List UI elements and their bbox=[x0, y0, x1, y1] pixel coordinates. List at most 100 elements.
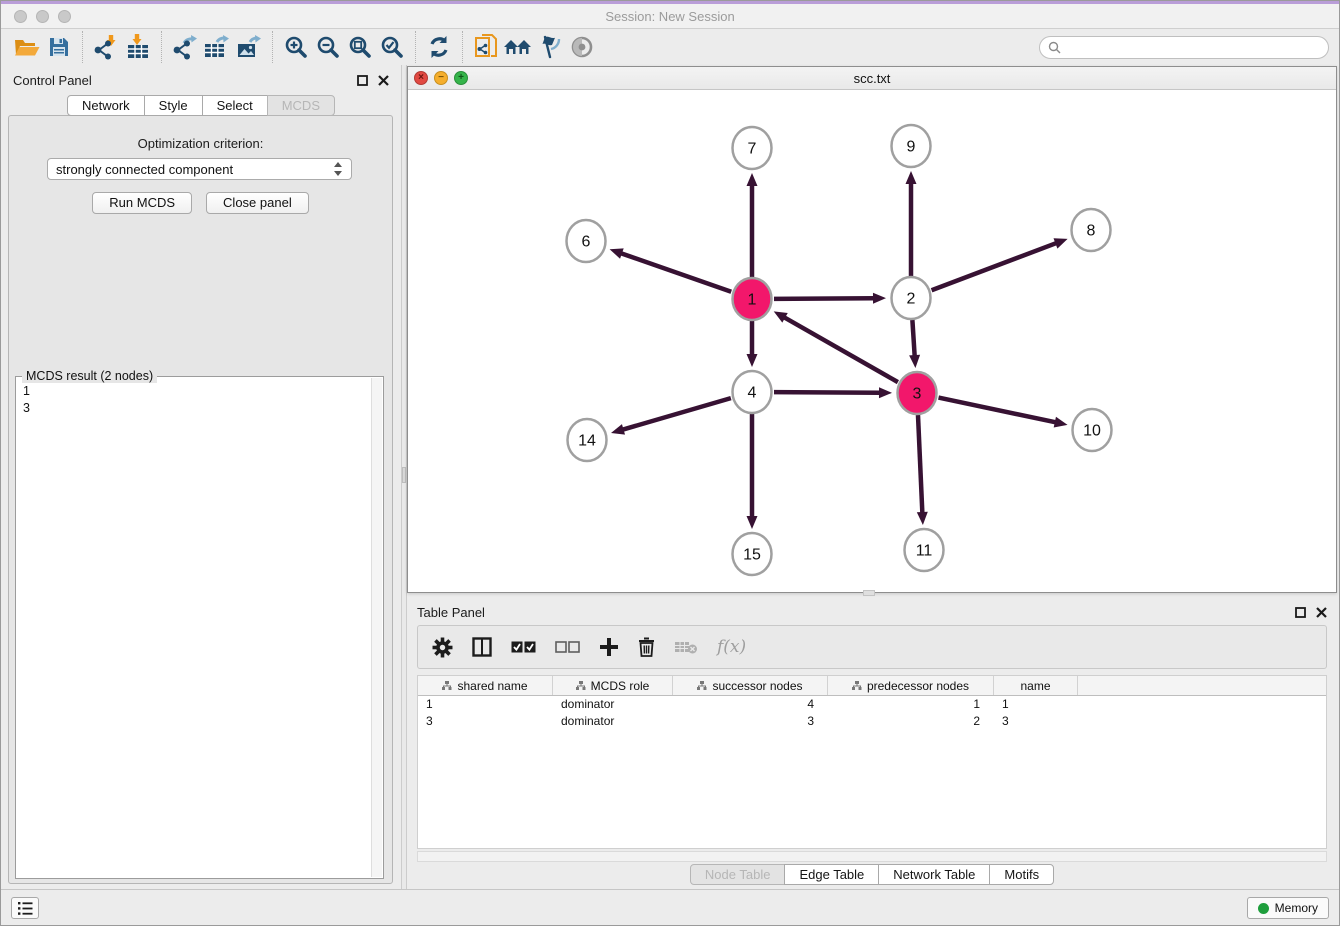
column-header-successor-nodes[interactable]: successor nodes bbox=[673, 676, 828, 695]
graph-edge-1-6[interactable] bbox=[621, 253, 731, 292]
graph-node-2[interactable]: 2 bbox=[892, 277, 931, 319]
graph-edge-3-11[interactable] bbox=[918, 415, 922, 513]
column-header-predecessor-nodes[interactable]: predecessor nodes bbox=[828, 676, 994, 695]
graph-edge-1-2[interactable] bbox=[774, 298, 874, 299]
graph-node-9[interactable]: 9 bbox=[892, 125, 931, 167]
columns-icon[interactable] bbox=[472, 637, 492, 657]
graph-node-15[interactable]: 15 bbox=[733, 533, 772, 575]
splitter-grip[interactable] bbox=[402, 467, 406, 483]
gear-icon[interactable] bbox=[432, 637, 453, 658]
cell-mcds-role[interactable]: dominator bbox=[553, 713, 673, 730]
graph-node-14[interactable]: 14 bbox=[568, 419, 607, 461]
result-scrollbar[interactable] bbox=[371, 378, 382, 877]
float-panel-icon[interactable] bbox=[357, 75, 368, 86]
zoom-fit-button[interactable] bbox=[344, 31, 376, 63]
export-image-button[interactable] bbox=[233, 31, 265, 63]
memory-button[interactable]: Memory bbox=[1247, 897, 1329, 919]
cell-shared-name[interactable]: 3 bbox=[418, 713, 553, 730]
graph-edge-2-3[interactable] bbox=[912, 320, 914, 356]
export-network-icon bbox=[172, 34, 198, 60]
tab-motifs[interactable]: Motifs bbox=[989, 864, 1054, 885]
tab-network-table[interactable]: Network Table bbox=[878, 864, 990, 885]
column-header-name[interactable]: name bbox=[994, 676, 1078, 695]
network-close-button[interactable]: × bbox=[414, 71, 428, 85]
cell-name[interactable]: 3 bbox=[994, 713, 1078, 730]
save-session-button[interactable] bbox=[43, 31, 75, 63]
tab-style[interactable]: Style bbox=[144, 95, 203, 116]
float-panel-icon[interactable] bbox=[1295, 607, 1306, 618]
tab-network[interactable]: Network bbox=[67, 95, 145, 116]
search-input[interactable] bbox=[1066, 40, 1320, 54]
close-panel-icon[interactable] bbox=[378, 75, 389, 86]
column-header-shared-name[interactable]: shared name bbox=[418, 676, 553, 695]
tab-mcds[interactable]: MCDS bbox=[267, 95, 335, 116]
cell-predecessor-nodes[interactable]: 2 bbox=[828, 713, 994, 730]
duplicate-network-button[interactable] bbox=[470, 31, 502, 63]
eye-button[interactable] bbox=[566, 31, 598, 63]
network-window-titlebar[interactable]: × − + scc.txt bbox=[408, 67, 1336, 90]
graph-edge-2-8[interactable] bbox=[932, 243, 1057, 290]
cell-successor-nodes[interactable]: 4 bbox=[673, 696, 828, 713]
zoom-out-button[interactable] bbox=[312, 31, 344, 63]
table-horizontal-scrollbar[interactable] bbox=[417, 851, 1327, 862]
cell-shared-name[interactable]: 1 bbox=[418, 696, 553, 713]
run-mcds-button[interactable]: Run MCDS bbox=[92, 192, 192, 214]
graph-node-8[interactable]: 8 bbox=[1072, 209, 1111, 251]
graph-edge-3-10[interactable] bbox=[939, 398, 1056, 423]
criterion-select[interactable]: strongly connected component bbox=[47, 158, 352, 180]
network-graph[interactable]: 7 9 6 8 1 2 4 3 14 10 15 11 bbox=[408, 90, 1338, 592]
export-network-button[interactable] bbox=[169, 31, 201, 63]
houses-button[interactable] bbox=[502, 31, 534, 63]
graph-node-label: 7 bbox=[748, 141, 757, 158]
add-column-icon[interactable] bbox=[599, 637, 619, 657]
maximize-light[interactable] bbox=[58, 10, 71, 23]
graph-node-10[interactable]: 10 bbox=[1073, 409, 1112, 451]
close-panel-button[interactable]: Close panel bbox=[206, 192, 309, 214]
column-header-mcds-role[interactable]: MCDS role bbox=[553, 676, 673, 695]
refresh-button[interactable] bbox=[423, 31, 455, 63]
import-table-button[interactable] bbox=[122, 31, 154, 63]
network-minimize-button[interactable]: − bbox=[434, 71, 448, 85]
select-all-rows-icon[interactable] bbox=[511, 641, 536, 653]
zoom-in-button[interactable] bbox=[280, 31, 312, 63]
deselect-all-rows-icon[interactable] bbox=[555, 641, 580, 653]
graph-node-label: 1 bbox=[748, 292, 757, 309]
cell-predecessor-nodes[interactable]: 1 bbox=[828, 696, 994, 713]
cell-successor-nodes[interactable]: 3 bbox=[673, 713, 828, 730]
graph-node-3[interactable]: 3 bbox=[898, 372, 937, 414]
delete-column-icon[interactable] bbox=[638, 637, 655, 657]
tab-edge-table[interactable]: Edge Table bbox=[784, 864, 879, 885]
mcds-panel-body: Optimization criterion: strongly connect… bbox=[8, 115, 393, 884]
network-maximize-button[interactable]: + bbox=[454, 71, 468, 85]
graph-edge-4-3[interactable] bbox=[774, 392, 880, 393]
search-box[interactable] bbox=[1039, 36, 1329, 59]
graph-node-1[interactable]: 1 bbox=[733, 278, 772, 320]
cell-name[interactable]: 1 bbox=[994, 696, 1078, 713]
graph-edge-4-14[interactable] bbox=[623, 398, 731, 430]
import-network-button[interactable] bbox=[90, 31, 122, 63]
graph-node-7[interactable]: 7 bbox=[733, 127, 772, 169]
cell-mcds-role[interactable]: dominator bbox=[553, 696, 673, 713]
tab-node-table[interactable]: Node Table bbox=[690, 864, 786, 885]
horizontal-splitter-grip[interactable] bbox=[863, 590, 875, 596]
close-light[interactable] bbox=[14, 10, 27, 23]
zoom-selected-button[interactable] bbox=[376, 31, 408, 63]
graph-node-11[interactable]: 11 bbox=[905, 529, 944, 571]
export-table-button[interactable] bbox=[201, 31, 233, 63]
graph-node-label: 15 bbox=[743, 547, 761, 564]
table-row[interactable]: 1 dominator 4 1 1 bbox=[418, 696, 1326, 713]
graph-edge-3-1[interactable] bbox=[784, 317, 898, 382]
graph-node-label: 3 bbox=[913, 386, 922, 403]
table-row[interactable]: 3 dominator 3 2 3 bbox=[418, 713, 1326, 730]
network-canvas[interactable]: 7 9 6 8 1 2 4 3 14 10 15 11 bbox=[408, 90, 1336, 592]
hide-flag-button[interactable] bbox=[534, 31, 566, 63]
close-panel-icon[interactable] bbox=[1316, 607, 1327, 618]
mcds-result-text[interactable]: 1 3 bbox=[16, 379, 370, 878]
open-session-button[interactable] bbox=[11, 31, 43, 63]
tab-select[interactable]: Select bbox=[202, 95, 268, 116]
graph-node-4[interactable]: 4 bbox=[733, 371, 772, 413]
minimize-light[interactable] bbox=[36, 10, 49, 23]
traffic-lights[interactable] bbox=[14, 10, 71, 23]
graph-node-6[interactable]: 6 bbox=[567, 220, 606, 262]
task-history-button[interactable] bbox=[11, 897, 39, 919]
